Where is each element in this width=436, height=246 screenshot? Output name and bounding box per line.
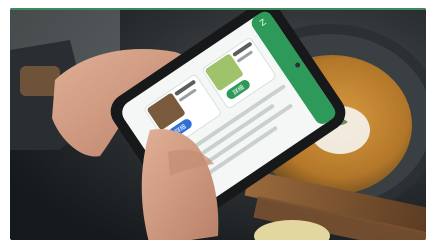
photo: Z 詳細 詳細 — [10, 8, 426, 240]
bracelet — [20, 66, 60, 96]
photo-scene: Z 詳細 詳細 — [0, 0, 436, 246]
top-rule — [10, 8, 426, 10]
